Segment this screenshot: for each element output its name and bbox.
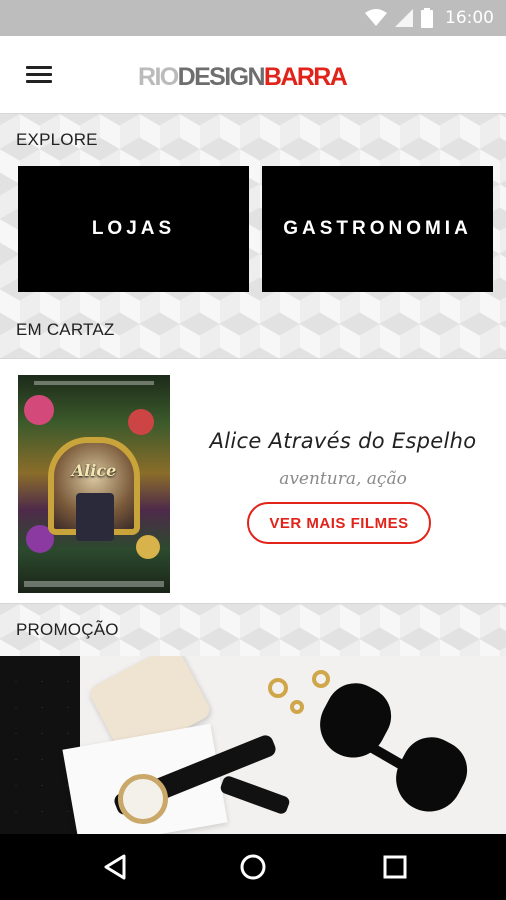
ring-image (268, 678, 288, 698)
menu-icon[interactable] (20, 60, 58, 90)
lojas-tile[interactable]: LOJAS (18, 166, 249, 292)
lojas-label: LOJAS (91, 218, 176, 239)
watch-image (118, 774, 168, 824)
promocao-section: PROMOÇÃO (0, 604, 506, 656)
explore-section: EXPLORE LOJAS GASTRONOMIA EM CARTAZ (0, 114, 506, 358)
movie-title[interactable]: Alice Através do Espelho (190, 429, 496, 453)
app-bar: RIODESIGNBARRA (0, 36, 506, 114)
promo-banner[interactable] (0, 656, 506, 834)
movie-poster[interactable]: Alice (18, 375, 170, 593)
explore-label: EXPLORE (16, 130, 98, 149)
bag-image (0, 656, 80, 834)
poster-title: Alice (71, 461, 117, 480)
movie-card: Alice Alice Através do Espelho aventura,… (0, 358, 506, 604)
back-icon[interactable] (100, 852, 130, 882)
signal-icon (395, 9, 413, 27)
movie-genre: aventura, ação (279, 469, 407, 489)
gastronomia-tile[interactable]: GASTRONOMIA (262, 166, 493, 292)
recents-icon[interactable] (380, 852, 410, 882)
em-cartaz-label: EM CARTAZ (16, 320, 115, 339)
promocao-label: PROMOÇÃO (16, 620, 119, 639)
navigation-bar (0, 834, 506, 900)
ver-mais-filmes-button[interactable]: VER MAIS FILMES (247, 502, 431, 544)
battery-icon (421, 8, 433, 28)
app-logo: RIODESIGNBARRA (138, 63, 348, 91)
status-bar: 16:00 (0, 0, 506, 36)
wifi-icon (365, 9, 387, 26)
status-time: 16:00 (445, 8, 494, 28)
gastronomia-label: GASTRONOMIA (283, 218, 472, 239)
home-icon[interactable] (238, 852, 268, 882)
